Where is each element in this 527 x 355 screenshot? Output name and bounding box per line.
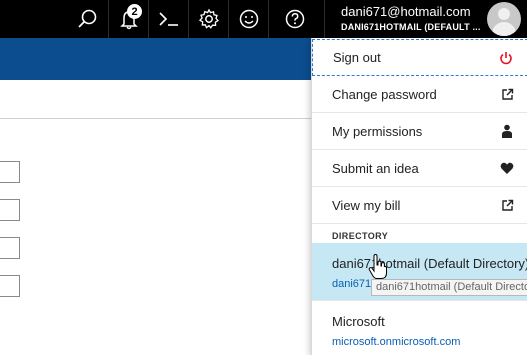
sign-out-button[interactable]: Sign out <box>312 39 527 76</box>
directory-name: dani671hotmail (Default Directory) <box>332 256 527 271</box>
text-field[interactable] <box>0 199 20 221</box>
notification-count-badge: 2 <box>127 4 142 19</box>
external-link-icon <box>499 197 515 213</box>
search-icon[interactable] <box>68 0 108 38</box>
avatar-body <box>492 22 516 36</box>
directory-tooltip: dani671hotmail (Default Directory) <box>371 279 527 296</box>
my-permissions-label: My permissions <box>332 123 423 139</box>
directory-item-microsoft[interactable]: Microsoft microsoft.onmicrosoft.com <box>312 300 527 355</box>
text-field[interactable] <box>0 161 20 183</box>
view-bill-label: View my bill <box>332 197 401 213</box>
account-directory: DANI671HOTMAIL (DEFAULT ... <box>341 22 481 32</box>
change-password-link[interactable]: Change password <box>312 76 527 113</box>
power-icon <box>498 50 514 66</box>
external-link-icon <box>499 86 515 102</box>
directory-heading: DIRECTORY <box>332 231 389 241</box>
account-dropdown-menu: Sign out Change password My permissions … <box>311 38 527 355</box>
divider <box>0 118 311 119</box>
top-navigation-bar: 2 dani671@hotmail.com DANI671HOTMAIL (DE… <box>0 0 527 38</box>
azure-portal-page: 2 dani671@hotmail.com DANI671HOTMAIL (DE… <box>0 0 527 355</box>
my-permissions-link[interactable]: My permissions <box>312 113 527 150</box>
avatar[interactable] <box>487 2 521 36</box>
heart-icon <box>499 160 515 176</box>
text-field[interactable] <box>0 275 20 297</box>
avatar-head <box>498 8 510 20</box>
sign-out-label: Sign out <box>333 50 381 65</box>
submit-idea-link[interactable]: Submit an idea <box>312 150 527 187</box>
directory-domain: microsoft.onmicrosoft.com <box>332 336 461 348</box>
submit-idea-label: Submit an idea <box>332 160 419 176</box>
smiley-icon[interactable] <box>228 0 268 38</box>
help-icon[interactable] <box>268 0 320 38</box>
bell-icon[interactable]: 2 <box>108 0 148 38</box>
gear-icon[interactable] <box>188 0 228 38</box>
change-password-label: Change password <box>332 86 437 102</box>
hand-cursor-icon <box>368 254 387 279</box>
person-icon <box>499 123 515 139</box>
cloud-shell-icon[interactable] <box>148 0 188 38</box>
text-field[interactable] <box>0 237 20 259</box>
directory-name: Microsoft <box>332 314 385 329</box>
view-bill-link[interactable]: View my bill <box>312 187 527 224</box>
account-email: dani671@hotmail.com <box>341 4 471 19</box>
